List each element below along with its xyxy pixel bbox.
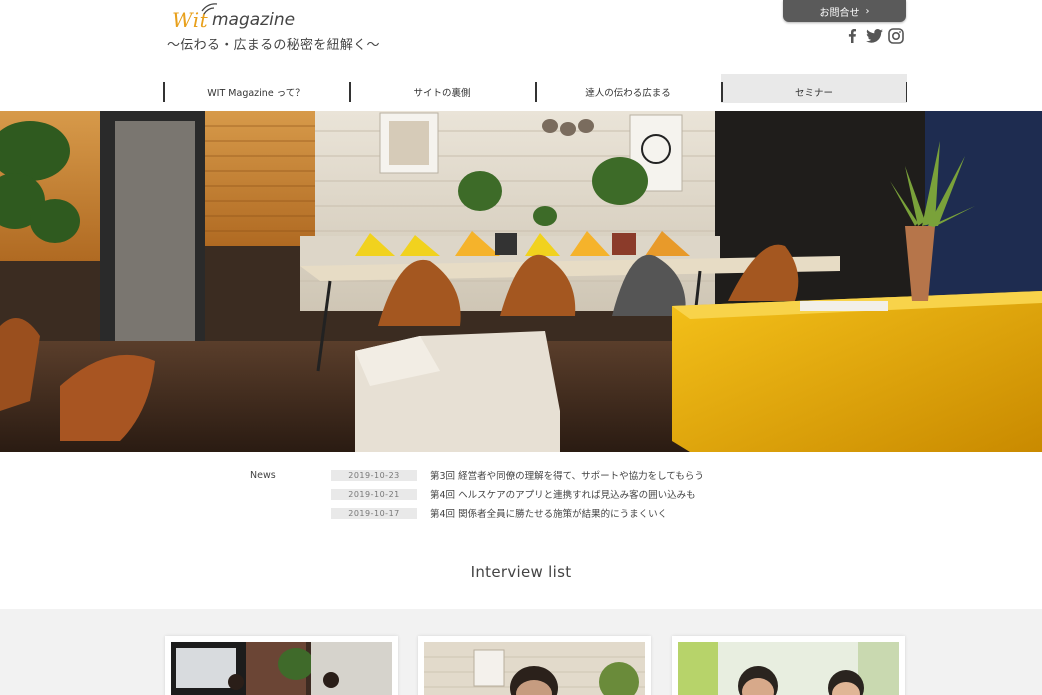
- news-title-link[interactable]: 第3回 経営者や同僚の理解を得て、サポートや協力をしてもらう: [430, 468, 704, 482]
- contact-button-label: お問合せ: [819, 7, 860, 19]
- facebook-icon[interactable]: [847, 28, 857, 44]
- news-date: 2019-10-23: [331, 469, 417, 481]
- news-item[interactable]: 2019-10-17 第4回 関係者全員に勝たせる施策が結果的にうまくいく: [331, 506, 667, 520]
- twitter-icon[interactable]: [866, 28, 883, 44]
- news-date: 2019-10-17: [331, 507, 417, 519]
- news-label: News: [250, 470, 276, 481]
- site-logo[interactable]: Wit magazine: [172, 2, 312, 32]
- nav-item-behind-site[interactable]: サイトの裏側: [349, 74, 535, 103]
- nav-item-seminar[interactable]: セミナー: [721, 74, 907, 103]
- instagram-icon[interactable]: [888, 28, 904, 44]
- hero-office-scene: [0, 111, 1042, 452]
- news-item[interactable]: 2019-10-23 第3回 経営者や同僚の理解を得て、サポートや協力をしてもら…: [331, 468, 704, 482]
- site-tagline: 〜伝わる・広まるの秘密を紐解く〜: [167, 38, 380, 53]
- interview-card-image: [678, 642, 899, 695]
- nav-item-label: サイトの裏側: [413, 87, 471, 99]
- logo-magazine-text: magazine: [212, 10, 296, 30]
- interview-list-title: Interview list: [470, 563, 572, 581]
- nav-item-about[interactable]: WIT Magazine って？: [163, 74, 349, 103]
- interview-card-image: [424, 642, 645, 695]
- news-title-link[interactable]: 第4回 ヘルスケアのアプリと連携すれば見込み客の囲い込みも: [430, 487, 696, 501]
- nav-item-label: 達人の伝わる広まる: [585, 87, 671, 99]
- news-date: 2019-10-21: [331, 488, 417, 500]
- interview-card[interactable]: [672, 636, 905, 695]
- contact-button[interactable]: お問合せ ›: [783, 0, 906, 22]
- nav-item-masters[interactable]: 達人の伝わる広まる: [535, 74, 721, 103]
- nav-item-label: セミナー: [794, 87, 833, 99]
- interview-card-image: [171, 642, 392, 695]
- interview-card[interactable]: [165, 636, 398, 695]
- nav-item-label: WIT Magazine って？: [207, 87, 305, 99]
- interview-card[interactable]: [418, 636, 651, 695]
- hero-image: [0, 111, 1042, 452]
- news-title-link[interactable]: 第4回 関係者全員に勝たせる施策が結果的にうまくいく: [430, 506, 667, 520]
- main-nav: WIT Magazine って？ サイトの裏側 達人の伝わる広まる セミナー: [163, 74, 907, 103]
- chevron-right-icon: ›: [865, 5, 870, 17]
- news-item[interactable]: 2019-10-21 第4回 ヘルスケアのアプリと連携すれば見込み客の囲い込みも: [331, 487, 696, 501]
